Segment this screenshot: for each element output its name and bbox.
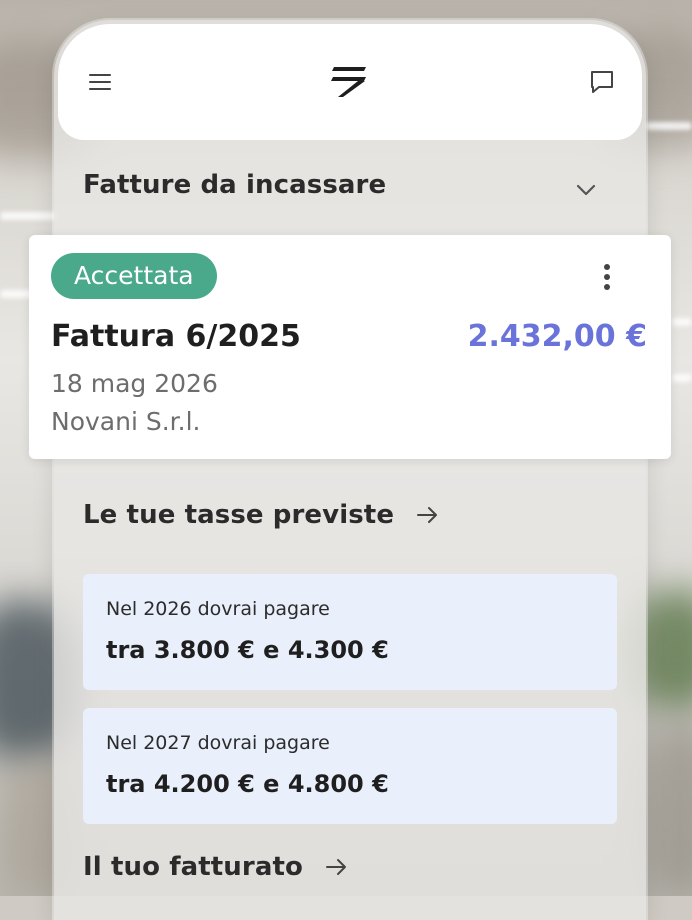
tax-range: tra 3.800 € e 4.300 € xyxy=(106,636,389,664)
arrow-right-icon[interactable] xyxy=(416,505,440,525)
invoice-title: Fattura 6/2025 xyxy=(51,319,301,354)
tax-range: tra 4.200 € e 4.800 € xyxy=(106,770,389,798)
more-vertical-icon[interactable] xyxy=(593,257,621,297)
tax-card-2027[interactable]: Nel 2027 dovrai pagare tra 4.200 € e 4.8… xyxy=(83,708,617,824)
hamburger-menu-icon[interactable] xyxy=(82,64,118,100)
arrow-right-icon[interactable] xyxy=(325,857,349,877)
chevron-down-icon[interactable] xyxy=(570,174,602,206)
brand-logo-icon[interactable] xyxy=(330,62,370,102)
invoice-client: Novani S.r.l. xyxy=(51,407,201,436)
app-header xyxy=(58,24,642,140)
receivables-header[interactable]: Fatture da incassare xyxy=(83,170,386,200)
invoice-card[interactable]: Accettata Fattura 6/2025 2.432,00 € 18 m… xyxy=(29,235,671,459)
tax-label: Nel 2026 dovrai pagare xyxy=(106,598,330,620)
chat-bubble-icon[interactable] xyxy=(584,64,620,100)
invoice-date: 18 mag 2026 xyxy=(51,369,218,398)
tax-card-2026[interactable]: Nel 2026 dovrai pagare tra 3.800 € e 4.3… xyxy=(83,574,617,690)
revenue-title: Il tuo fatturato xyxy=(83,852,303,882)
status-badge: Accettata xyxy=(51,253,217,299)
revenue-header[interactable]: Il tuo fatturato xyxy=(83,852,349,882)
invoice-amount: 2.432,00 € xyxy=(467,319,647,354)
taxes-header[interactable]: Le tue tasse previste xyxy=(83,500,440,530)
receivables-title: Fatture da incassare xyxy=(83,170,387,200)
tax-label: Nel 2027 dovrai pagare xyxy=(106,732,330,754)
taxes-title: Le tue tasse previste xyxy=(83,500,395,530)
